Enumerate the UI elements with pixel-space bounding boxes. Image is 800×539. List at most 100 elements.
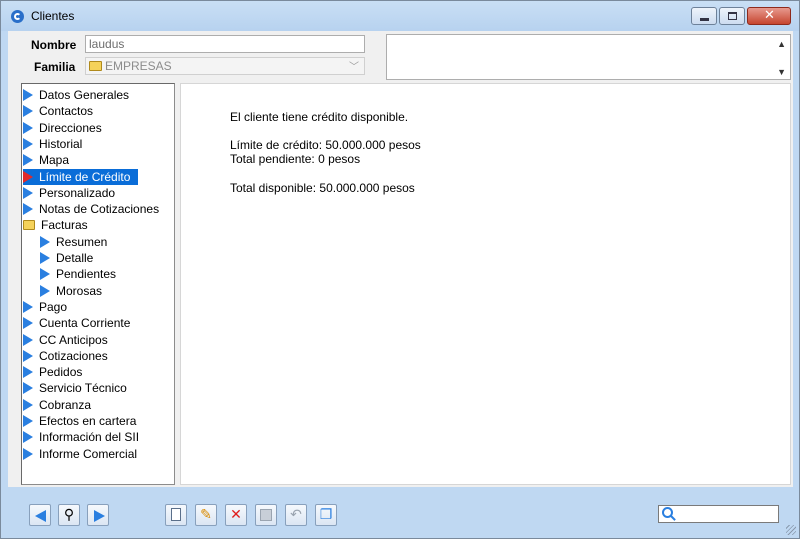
- pencil-icon: ✎: [200, 507, 212, 523]
- new-document-icon: [171, 508, 181, 521]
- tree-item-label: Direcciones: [39, 120, 102, 135]
- total-available-text: Total disponible: 50.000.000 pesos: [230, 181, 415, 195]
- tree-item[interactable]: Límite de Crédito: [23, 168, 139, 185]
- arrow-icon: [23, 447, 33, 460]
- tree-item-label: Informe Comercial: [39, 446, 138, 461]
- tree-item-label: CC Anticipos: [39, 332, 108, 347]
- client-area: Nombre laudus Familia EMPRESAS ﹀ ▲ ▼ Dat…: [8, 31, 793, 487]
- arrow-icon: [23, 203, 33, 216]
- find-button[interactable]: ⚲: [58, 504, 80, 526]
- credit-limit-text: Límite de crédito: 50.000.000 pesos: [230, 138, 421, 152]
- maximize-icon: [728, 12, 737, 20]
- undo-icon: ↶: [290, 507, 302, 523]
- tree-item-label: Historial: [39, 136, 83, 151]
- familia-label: Familia: [34, 60, 76, 74]
- arrow-icon: [23, 154, 33, 167]
- tree-item[interactable]: Servicio Técnico: [23, 380, 135, 396]
- tree-item[interactable]: Información del SII: [23, 429, 147, 445]
- tree-item[interactable]: Personalizado: [23, 185, 123, 201]
- title-bar[interactable]: Clientes ✕: [1, 1, 799, 31]
- arrow-icon: [23, 121, 33, 134]
- new-button[interactable]: [165, 504, 187, 526]
- tree-item[interactable]: Direcciones: [23, 120, 110, 136]
- tree-item[interactable]: Datos Generales: [23, 87, 137, 103]
- arrow-icon: [23, 137, 33, 150]
- tree-item[interactable]: CC Anticipos: [23, 332, 116, 348]
- tree-item-label: Límite de Crédito: [39, 169, 131, 184]
- credit-info-panel: El cliente tiene crédito disponible. Lím…: [180, 83, 791, 485]
- copy-icon: ❐: [319, 507, 333, 523]
- app-logo-icon: [11, 10, 24, 23]
- tree-item-label: Facturas: [41, 218, 88, 233]
- tree-item[interactable]: Historial: [23, 136, 90, 152]
- tree-item-label: Cuenta Corriente: [39, 316, 131, 331]
- tree-item[interactable]: Resumen: [40, 234, 115, 250]
- tree-item[interactable]: Morosas: [40, 283, 110, 299]
- nombre-label: Nombre: [31, 38, 77, 52]
- tree-item-label: Cotizaciones: [39, 348, 108, 363]
- tree-item-label: Cobranza: [39, 397, 92, 412]
- arrow-icon: [23, 431, 33, 444]
- total-pending-text: Total pendiente: 0 pesos: [230, 152, 361, 166]
- delete-button[interactable]: ✕: [225, 504, 247, 526]
- clientes-window: Clientes ✕ Nombre laudus Familia EMPRESA…: [0, 0, 800, 539]
- tree-item-label: Detalle: [56, 251, 94, 265]
- tree-item-label: Pedidos: [39, 365, 83, 380]
- tree-item-label: Información del SII: [39, 430, 140, 445]
- arrow-icon: [23, 89, 33, 101]
- tree-item[interactable]: Pendientes: [40, 266, 124, 282]
- arrow-icon: [23, 105, 33, 118]
- tree-item[interactable]: Contactos: [23, 103, 101, 119]
- edit-button[interactable]: ✎: [195, 504, 217, 526]
- tree-item-label: Datos Generales: [39, 88, 130, 102]
- scroll-up-icon[interactable]: ▲: [777, 39, 786, 49]
- copy-button[interactable]: ❐: [315, 504, 337, 526]
- save-icon: [260, 509, 272, 521]
- search-input[interactable]: [658, 505, 779, 523]
- section-tree[interactable]: Datos Generales Contactos Direcciones Histo…: [21, 83, 175, 485]
- close-icon: ✕: [764, 8, 775, 23]
- tree-item[interactable]: Informe Comercial: [23, 446, 145, 462]
- minimize-button[interactable]: [691, 7, 717, 25]
- arrow-icon: [40, 284, 50, 297]
- tree-item-label: Contactos: [39, 104, 94, 119]
- tree-item-label: Mapa: [39, 153, 70, 168]
- notes-memo[interactable]: ▲ ▼: [386, 34, 791, 80]
- tree-item[interactable]: Mapa: [23, 152, 77, 168]
- tree-item-label: Pago: [39, 299, 68, 314]
- tree-item[interactable]: Pedidos: [23, 364, 90, 380]
- tree-item-label: Pendientes: [56, 267, 117, 282]
- close-button[interactable]: ✕: [747, 7, 791, 25]
- tree-item[interactable]: Efectos en cartera: [23, 413, 144, 429]
- tree-item[interactable]: Notas de Cotizaciones: [23, 201, 167, 217]
- arrow-icon: [23, 186, 33, 199]
- arrow-icon: [23, 415, 33, 427]
- tree-item-label: Servicio Técnico: [39, 381, 127, 396]
- next-button[interactable]: [87, 504, 109, 526]
- undo-button[interactable]: ↶: [285, 504, 307, 526]
- familia-value: EMPRESAS: [105, 59, 172, 73]
- tree-item[interactable]: Cotizaciones: [23, 348, 116, 364]
- arrow-left-icon: [35, 510, 46, 522]
- tree-item[interactable]: Cobranza: [23, 397, 99, 413]
- scroll-down-icon[interactable]: ▼: [777, 67, 786, 77]
- tree-item[interactable]: Pago: [23, 299, 75, 315]
- tree-item[interactable]: Facturas: [23, 217, 96, 233]
- resize-grip-icon[interactable]: [786, 525, 796, 535]
- folder-icon: [89, 61, 102, 71]
- arrow-icon: [23, 366, 33, 379]
- previous-button[interactable]: [29, 504, 51, 526]
- tree-item[interactable]: Detalle: [40, 250, 101, 266]
- maximize-button[interactable]: [719, 7, 745, 25]
- arrow-icon: [40, 252, 50, 264]
- arrow-red-icon: [23, 170, 33, 183]
- save-button[interactable]: [255, 504, 277, 526]
- tree-item-label: Efectos en cartera: [39, 414, 137, 428]
- nombre-value: laudus: [89, 37, 125, 51]
- tree-item[interactable]: Cuenta Corriente: [23, 315, 138, 331]
- tree-item-label: Notas de Cotizaciones: [39, 202, 160, 217]
- familia-select[interactable]: EMPRESAS ﹀: [85, 57, 365, 75]
- nombre-input[interactable]: laudus: [85, 35, 365, 53]
- arrow-right-icon: [94, 510, 105, 522]
- delete-x-icon: ✕: [230, 507, 242, 523]
